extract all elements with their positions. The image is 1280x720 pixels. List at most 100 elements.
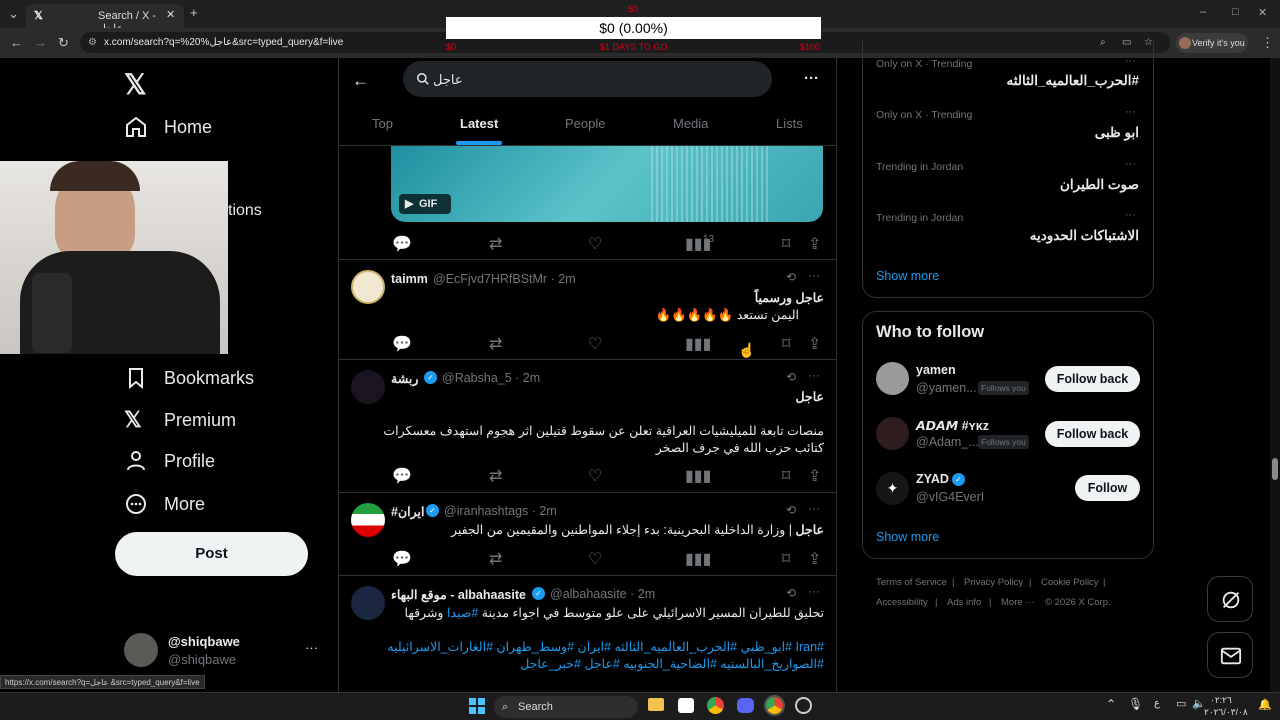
follow-back-button-1[interactable]: Follow back — [1045, 366, 1140, 392]
trend-4-more-icon[interactable]: ··· — [1125, 209, 1136, 221]
reply-icon[interactable]: 💬 — [392, 549, 412, 568]
retweet-icon[interactable]: ⇄ — [489, 466, 505, 485]
tweet-1-name[interactable]: taimm — [391, 272, 428, 286]
like-icon[interactable]: ♡ — [588, 334, 604, 353]
footer-ads[interactable]: Ads info — [947, 597, 981, 608]
nav-more[interactable]: More — [124, 484, 205, 524]
chrome-icon[interactable] — [707, 697, 724, 714]
tweet-2-avatar[interactable] — [351, 370, 385, 404]
reload-icon[interactable]: ↻ — [58, 35, 69, 51]
scrollbar-thumb[interactable] — [1272, 458, 1278, 480]
bookmark-icon[interactable]: ⌑ — [782, 334, 798, 353]
views-icon[interactable]: ▮▮▮ — [685, 334, 711, 353]
like-icon[interactable]: ♡ — [588, 234, 604, 253]
chrome-active-icon[interactable] — [764, 695, 785, 716]
tweet-4-hashtags-line2[interactable]: #الصواريخ_البالستيه #الضاحية_الجنوبيه #ع… — [520, 656, 824, 671]
tweet-more-icon[interactable]: ··· — [808, 368, 820, 382]
wtf-user-3-name[interactable]: ZYAD — [916, 472, 949, 486]
tweet-3-handle[interactable]: @iranhashtags · 2m — [444, 504, 557, 518]
bookmark-icon[interactable]: ⌑ — [782, 549, 798, 568]
wtf-show-more-link[interactable]: Show more — [876, 530, 939, 544]
bookmark-icon[interactable]: ⌑ — [782, 234, 798, 253]
grok-icon[interactable]: ⟲ — [786, 586, 796, 600]
trend-1-more-icon[interactable]: ··· — [1125, 55, 1136, 67]
post-button[interactable]: Post — [115, 532, 308, 576]
new-tab-icon[interactable]: + — [190, 5, 198, 20]
bookmark-icon[interactable]: ⌑ — [782, 466, 798, 485]
tweet-1-handle[interactable]: @EcFjvd7HRfBStMr · 2m — [433, 272, 576, 286]
nav-profile[interactable]: Profile — [124, 441, 215, 481]
tweet-3-name[interactable]: #ايران — [391, 504, 424, 519]
footer-more[interactable]: More ··· — [1001, 597, 1035, 608]
follow-button-3[interactable]: Follow — [1075, 475, 1140, 501]
microphone-icon[interactable]: 🎙 — [1128, 697, 1143, 711]
trend-4-title[interactable]: الاشتباكات الحدوديه — [1030, 228, 1139, 244]
nav-notifications-label[interactable]: tions — [228, 202, 262, 220]
clock-date[interactable]: ٢٠٢٦/٠٣/٠٨ — [1204, 707, 1248, 718]
share-icon[interactable]: ⇪ — [808, 549, 824, 568]
wtf-user-2-avatar[interactable] — [876, 417, 909, 450]
share-icon[interactable]: ⇪ — [808, 334, 824, 353]
messages-floating-button[interactable] — [1207, 632, 1253, 678]
views-icon[interactable]: ▮▮▮ — [685, 549, 711, 568]
taskbar-search[interactable]: ⌕ Search — [494, 696, 638, 718]
retweet-icon[interactable]: ⇄ — [489, 234, 505, 253]
page-scrollbar[interactable] — [1270, 58, 1280, 692]
nav-bookmarks[interactable]: Bookmarks — [124, 358, 254, 398]
tweet-4-avatar[interactable] — [351, 586, 385, 620]
grok-icon[interactable]: ⟲ — [786, 270, 796, 284]
footer-cookie[interactable]: Cookie Policy — [1041, 577, 1099, 588]
window-close-icon[interactable]: ✕ — [1258, 6, 1267, 19]
trend-3-more-icon[interactable]: ··· — [1125, 158, 1136, 170]
language-indicator[interactable]: ع — [1154, 698, 1160, 709]
minimize-icon[interactable]: – — [1200, 6, 1206, 18]
tweet-4-hashtags-line1[interactable]: #Iran #ابو_ظبي #الحرب_العالميه_الثالثه #… — [387, 639, 824, 654]
settings-gear-icon[interactable] — [795, 697, 812, 714]
tab-search-icon[interactable]: ⌄ — [8, 6, 19, 22]
like-icon[interactable]: ♡ — [588, 466, 604, 485]
wtf-user-3-handle[interactable]: @vIG4EverI — [916, 490, 984, 504]
retweet-icon[interactable]: ⇄ — [489, 334, 505, 353]
reply-icon[interactable]: 💬 — [392, 334, 412, 353]
forward-icon[interactable]: → — [34, 35, 47, 50]
reply-icon[interactable]: 💬 — [392, 466, 412, 485]
views-icon[interactable]: ▮▮▮ — [685, 234, 711, 253]
tweet-4-handle[interactable]: @albahaasite · 2m — [550, 587, 655, 601]
grok-icon[interactable]: ⟲ — [786, 370, 796, 384]
account-avatar[interactable] — [124, 633, 158, 667]
tweet-more-icon[interactable]: ··· — [808, 584, 820, 598]
nav-premium[interactable]: 𝕏 Premium — [124, 400, 236, 440]
clock-time[interactable]: ٠٢:٢٦ — [1210, 695, 1232, 706]
tweet-1-avatar[interactable] — [351, 270, 385, 304]
footer-terms[interactable]: Terms of Service — [876, 577, 947, 588]
trend-1-title[interactable]: #الحرب_العالميه_الثالثه — [1007, 73, 1139, 89]
wtf-user-3-avatar[interactable]: ✦ — [876, 472, 909, 505]
trend-2-title[interactable]: ابو ظبى — [1095, 125, 1139, 141]
browser-menu-icon[interactable]: ⋮ — [1261, 35, 1274, 51]
tweet-3-avatar[interactable] — [351, 503, 385, 537]
grok-floating-button[interactable] — [1207, 576, 1253, 622]
tweet-more-icon[interactable]: ··· — [808, 268, 820, 282]
store-icon[interactable] — [678, 698, 694, 713]
tray-chevron-icon[interactable]: ⌃ — [1106, 697, 1116, 711]
trends-show-more-link[interactable]: Show more — [876, 269, 939, 283]
reply-icon[interactable]: 💬 — [392, 234, 412, 253]
retweet-icon[interactable]: ⇄ — [489, 549, 505, 568]
wtf-user-1-avatar[interactable] — [876, 362, 909, 395]
tweet-2-name[interactable]: ربشة — [391, 371, 418, 386]
notification-bell-icon[interactable]: 🔔 — [1258, 698, 1272, 711]
views-icon[interactable]: ▮▮▮ — [685, 466, 711, 485]
browser-tab[interactable]: 𝕏 Search / X - عاجل ✕ — [26, 4, 184, 35]
trend-3-title[interactable]: صوت الطيران — [1060, 177, 1139, 193]
wtf-user-2-handle[interactable]: @Adam_... — [916, 435, 979, 449]
x-logo-icon[interactable]: 𝕏 — [124, 68, 147, 101]
share-icon[interactable]: ⇪ — [808, 466, 824, 485]
network-icon[interactable]: ▭ — [1176, 697, 1186, 710]
like-icon[interactable]: ♡ — [588, 549, 604, 568]
footer-accessibility[interactable]: Accessibility — [876, 597, 928, 608]
follow-back-button-2[interactable]: Follow back — [1045, 421, 1140, 447]
wtf-user-1-name[interactable]: yamen — [916, 363, 956, 377]
file-explorer-icon[interactable] — [648, 698, 664, 711]
back-icon[interactable]: ← — [10, 35, 23, 50]
verify-profile-button[interactable]: Verify it's you — [1176, 33, 1248, 53]
